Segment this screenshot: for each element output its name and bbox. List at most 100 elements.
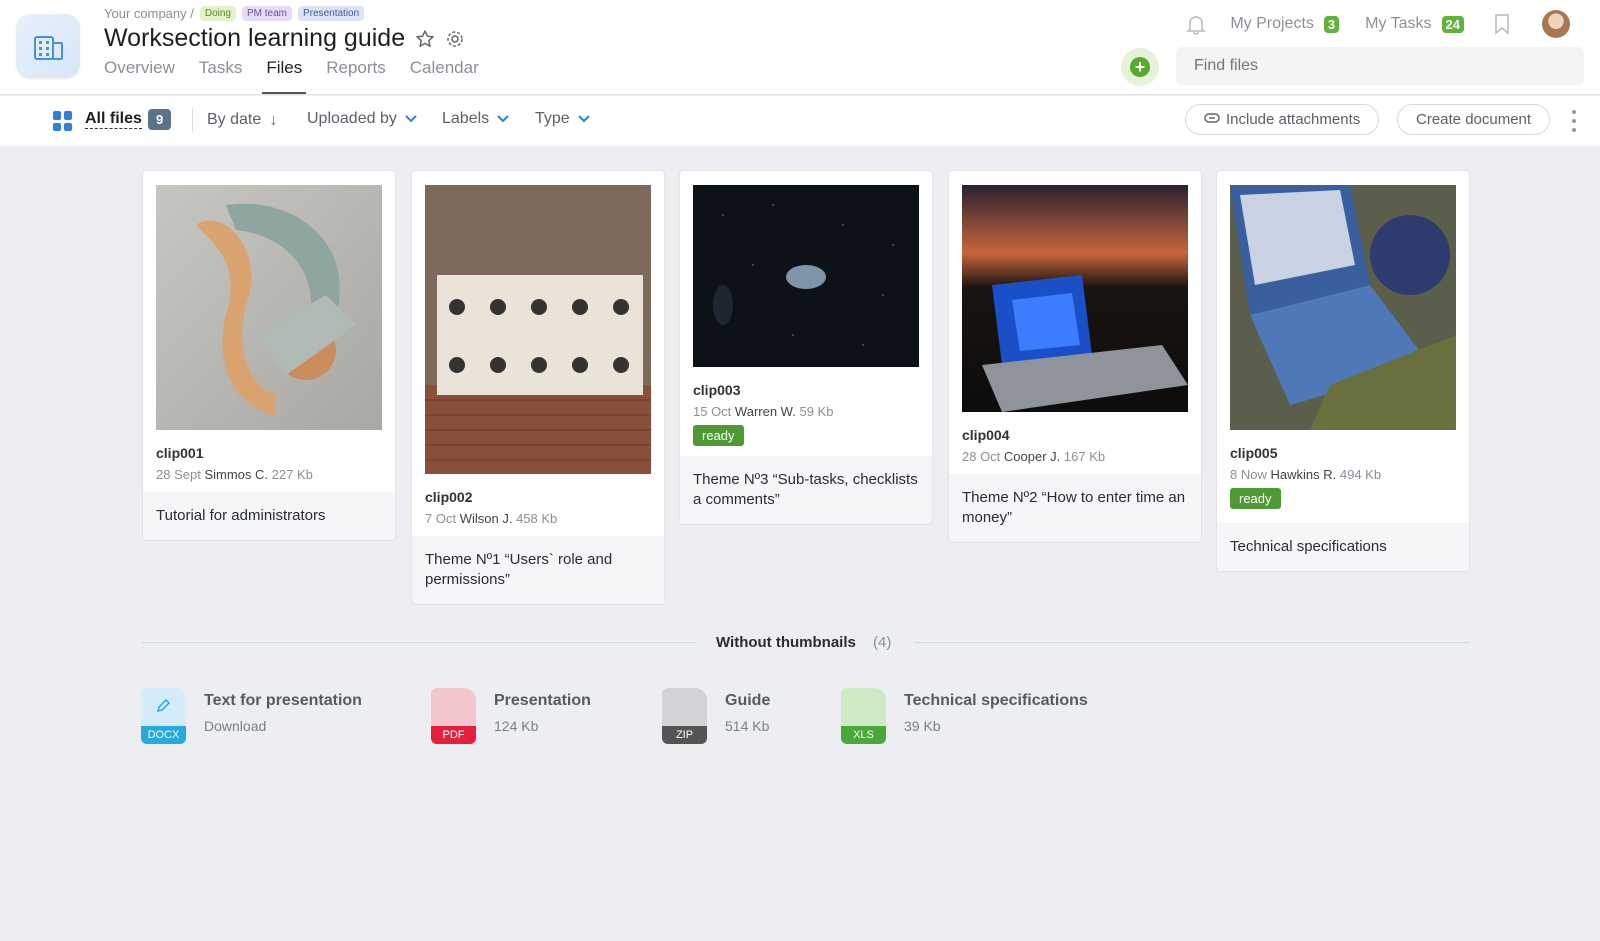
file-date: 15 Oct [693, 404, 732, 419]
type-label: Type [535, 110, 570, 127]
type-dropdown[interactable]: Type [535, 110, 590, 128]
file-thumbnail [156, 185, 382, 430]
file-name: clip004 [962, 427, 1010, 443]
my-projects-link[interactable]: My Projects [1230, 15, 1314, 33]
file-name: Guide [725, 692, 771, 709]
file-card[interactable]: clip004 28 Oct Cooper J. 167 Kb Theme Nº… [948, 170, 1202, 543]
create-document-button[interactable]: Create document [1397, 104, 1551, 135]
file-caption: Technical specifications [1217, 523, 1469, 571]
file-size: 59 Kb [799, 404, 834, 419]
sort-by-date[interactable]: By date ↓ [207, 110, 278, 130]
file-name: clip003 [693, 382, 741, 398]
tag-presentation[interactable]: Presentation [298, 6, 365, 21]
more-options-icon[interactable] [1572, 110, 1578, 132]
file-meta: 15 Oct Warren W. 59 Kb [693, 404, 919, 419]
file-meta: 7 Oct Wilson J. 458 Kb [425, 511, 651, 526]
bookmark-icon[interactable] [1494, 13, 1514, 35]
star-icon[interactable] [415, 29, 435, 49]
divider [192, 108, 193, 132]
include-attachments-label: Include attachments [1226, 111, 1361, 128]
labels-dropdown[interactable]: Labels [442, 110, 509, 128]
file-item-zip[interactable]: ZIP Guide 514 Kb [662, 688, 770, 744]
chevron-down-icon [405, 115, 417, 123]
uploaded-by-dropdown[interactable]: Uploaded by [307, 110, 417, 128]
file-name: clip002 [425, 489, 473, 505]
company-logo[interactable] [16, 14, 80, 78]
my-projects-count: 3 [1323, 15, 1340, 33]
bell-icon[interactable] [1186, 13, 1207, 35]
my-tasks-count: 24 [1441, 15, 1464, 33]
breadcrumb-company[interactable]: Your company / [104, 6, 194, 21]
file-caption: Theme Nº2 “How to enter time an money” [949, 474, 1201, 542]
tab-reports[interactable]: Reports [326, 58, 386, 94]
sort-by-date-label: By date [207, 111, 262, 128]
file-name: Text for presentation [204, 692, 362, 709]
page-title: Worksection learning guide [104, 24, 406, 52]
file-size: 514 Kb [725, 718, 770, 734]
file-date: 8 Now [1230, 467, 1267, 482]
file-size: 458 Kb [516, 511, 558, 526]
download-link[interactable]: Download [204, 718, 362, 734]
files-toolbar: All files 9 By date ↓ Uploaded by Labels… [0, 96, 1600, 146]
gear-icon[interactable] [445, 29, 465, 49]
tab-files[interactable]: Files [262, 58, 307, 94]
file-author: Warren W. [734, 404, 796, 419]
file-name: clip005 [1230, 445, 1278, 461]
section-count: (4) [873, 634, 892, 651]
tab-overview[interactable]: Overview [104, 58, 175, 94]
all-files-filter[interactable]: All files [85, 110, 142, 129]
file-name: Presentation [494, 692, 591, 709]
status-badge[interactable]: ready [1230, 488, 1281, 509]
file-card[interactable]: clip005 8 Now Hawkins R. 494 Kb ready Te… [1216, 170, 1470, 572]
file-author: Wilson J. [459, 511, 513, 526]
building-icon [34, 36, 63, 60]
my-tasks-link[interactable]: My Tasks [1365, 15, 1431, 33]
zip-file-icon: ZIP [662, 688, 707, 744]
file-size: 124 Kb [494, 718, 539, 734]
file-thumbnail [1230, 185, 1456, 430]
tab-tasks[interactable]: Tasks [199, 58, 242, 94]
file-item-pdf[interactable]: PDF Presentation 124 Kb [431, 688, 591, 744]
file-author: Hawkins R. [1270, 467, 1337, 482]
include-attachments-button[interactable]: Include attachments [1185, 104, 1380, 135]
file-card[interactable]: clip003 15 Oct Warren W. 59 Kb ready The… [679, 170, 933, 525]
file-caption: Theme Nº1 “Users` role and permissions” [412, 536, 664, 604]
breadcrumb: Your company / Doing PM team Presentatio… [104, 6, 365, 21]
chevron-down-icon [497, 115, 509, 123]
file-thumbnail [693, 185, 919, 367]
file-date: 28 Oct [962, 449, 1001, 464]
file-author: Cooper J. [1003, 449, 1061, 464]
file-ext: DOCX [141, 726, 186, 744]
status-badge[interactable]: ready [693, 425, 744, 446]
tag-doing[interactable]: Doing [199, 6, 236, 21]
section-title: Without thumbnails [716, 634, 856, 651]
arrow-down-icon: ↓ [269, 110, 278, 129]
add-button[interactable]: + [1121, 48, 1159, 86]
file-date: 7 Oct [425, 511, 457, 526]
labels-label: Labels [442, 110, 490, 127]
pencil-icon [156, 698, 171, 713]
avatar[interactable] [1542, 10, 1570, 38]
file-size: 494 Kb [1339, 467, 1382, 482]
plus-icon: + [1130, 57, 1150, 77]
tag-pm-team[interactable]: PM team [242, 6, 293, 21]
create-document-label: Create document [1416, 111, 1532, 128]
file-ext: XLS [841, 726, 886, 744]
file-size: 39 Kb [904, 718, 941, 734]
tab-calendar[interactable]: Calendar [410, 58, 479, 94]
file-item-xls[interactable]: XLS Technical specifications 39 Kb [841, 688, 1088, 744]
file-size: 167 Kb [1063, 449, 1106, 464]
attachment-icon [1204, 111, 1220, 128]
file-card[interactable]: clip001 28 Sept Simmos C. 227 Kb Tutoria… [142, 170, 396, 541]
file-ext: ZIP [662, 726, 707, 744]
file-item-docx[interactable]: DOCX Text for presentation Download [141, 688, 362, 744]
file-card[interactable]: clip002 7 Oct Wilson J. 458 Kb Theme Nº1… [411, 170, 665, 605]
file-meta: 8 Now Hawkins R. 494 Kb [1230, 467, 1456, 482]
file-meta: 28 Oct Cooper J. 167 Kb [962, 449, 1188, 464]
app-header: Your company / Doing PM team Presentatio… [0, 0, 1600, 95]
file-size: 227 Kb [271, 467, 313, 482]
grid-view-icon[interactable] [53, 111, 73, 131]
file-name: Technical specifications [904, 692, 1088, 709]
divider [914, 642, 1470, 643]
search-input[interactable] [1176, 47, 1584, 85]
